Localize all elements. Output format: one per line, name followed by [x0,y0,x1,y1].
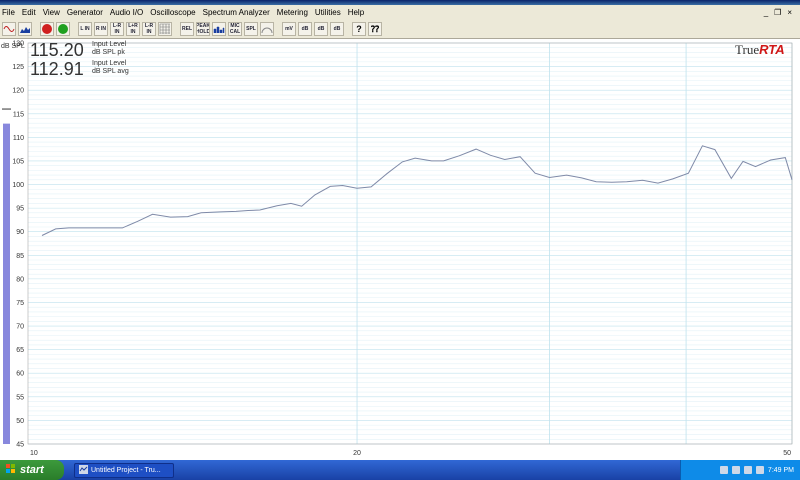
x-tick-label: 20 [353,450,361,457]
lmr-input-button[interactable]: L-R IN [142,21,156,36]
menu-file[interactable]: File [2,8,15,17]
restore-icon[interactable]: ❐ [774,8,781,17]
mic-cal-button[interactable]: MIC CAL [228,21,242,36]
avg-label-2: dB SPL avg [92,68,129,75]
minimize-icon[interactable]: _ [764,8,768,17]
y-tick-label: 55 [16,394,24,401]
rta-display: 130 125 120 115 110 105 100 95 90 85 80 75 70 65 60 55 5… [0,39,800,460]
spectrum-plot: 1301251201151101051009590858075706560555… [2,41,793,457]
plot-frame [27,42,793,445]
grid-icon[interactable] [158,21,172,36]
spectrum-icon[interactable] [18,21,32,36]
brand-part-1: True [735,42,760,57]
y-tick-label: 120 [12,88,24,95]
avg-value: 112.91 [30,59,84,79]
truerta-logo: TrueRTA [735,42,785,58]
sine-wave-icon[interactable] [2,21,16,36]
spl-button[interactable]: SPL [244,21,258,36]
peak-readout: 115.20 Input Level dB SPL pk [30,41,126,59]
y-tick-label: 45 [16,442,24,449]
task-label: Untitled Project - Tru... [91,466,161,474]
menu-spectrum-analyzer[interactable]: Spectrum Analyzer [203,8,270,17]
y-tick-label: 80 [16,276,24,283]
peak-label-1: Input Level [92,41,127,48]
taskbar-item-untitled-project[interactable]: Untitled Project - Tru... [74,462,174,478]
level-bar [3,123,10,445]
lpr-input-button[interactable]: L+R IN [126,21,140,36]
y-tick-label: 110 [13,135,24,142]
y-tick-label: 85 [16,253,24,260]
menu-edit[interactable]: Edit [22,8,36,17]
lr-input-button[interactable]: L-R IN [110,21,124,36]
y-tick-label: 125 [12,64,24,71]
y-tick-label: 105 [12,158,24,165]
avg-label-1: Input Level [92,60,127,67]
help-icon[interactable]: ? [352,21,366,36]
menu-bar: File Edit View Generator Audio I/O Oscil… [0,5,800,19]
tray-icon-3[interactable] [743,466,752,474]
toolbar: L IN R IN L-R IN L+R IN L-R IN REL PEAK … [0,19,800,39]
menu-audio-io[interactable]: Audio I/O [110,8,143,17]
y-tick-label: 50 [16,418,24,425]
go-button[interactable] [56,21,70,36]
avg-readout: 112.91 Input Level dB SPL avg [30,60,129,78]
start-label: start [20,464,44,476]
clock: 7:49 PM [767,466,794,474]
volume-icon[interactable] [755,466,764,474]
right-input-button[interactable]: R IN [94,21,108,36]
peak-hold-button[interactable]: PEAK HOLD [196,21,210,36]
windows-logo-icon [6,463,16,477]
close-icon[interactable]: × [787,8,792,17]
y-tick-label: 95 [16,206,24,213]
whats-this-icon[interactable]: ⁇ [368,21,382,36]
y-tick-label: 65 [16,347,24,354]
tray-icon-1[interactable] [719,466,728,474]
menu-utilities[interactable]: Utilities [315,8,341,17]
peak-label-2: dB SPL pk [92,49,125,56]
db-button[interactable]: dB [298,21,312,36]
menu-help[interactable]: Help [348,8,364,17]
x-tick-label: 10 [30,450,38,457]
y-tick-label: 75 [16,300,24,307]
menu-metering[interactable]: Metering [277,8,308,17]
dial-icon[interactable] [260,21,274,36]
left-input-button[interactable]: L IN [78,21,92,36]
menu-generator[interactable]: Generator [67,8,103,17]
y-tick-label: 70 [16,324,24,331]
y-tick-label: 115 [13,111,24,118]
tray-icon-2[interactable] [731,466,740,474]
bars-icon[interactable] [212,21,226,36]
brand-part-2: RTA [759,42,785,57]
peak-value: 115.20 [30,40,84,60]
y-tick-label: 60 [16,371,24,378]
taskbar: start Untitled Project - Tru... 7:49 PM [0,460,800,480]
stop-button[interactable] [40,21,54,36]
y-tick-label: 90 [16,229,24,236]
menu-view[interactable]: View [43,8,60,17]
db-re-1v-button[interactable]: dB [314,21,328,36]
x-tick-label: 50 [783,450,791,457]
relative-button[interactable]: REL [180,21,194,36]
y-tick-label: 100 [12,182,24,189]
db-re-ref-button[interactable]: dB [330,21,344,36]
millivolt-button[interactable]: mV [282,21,296,36]
app-icon [79,464,88,476]
window-controls: _ ❐ × [764,8,800,17]
y-axis-title: dB SPL [1,43,25,50]
system-tray: 7:49 PM [680,460,800,480]
menu-oscilloscope[interactable]: Oscilloscope [150,8,195,17]
start-button[interactable]: start [0,460,64,480]
